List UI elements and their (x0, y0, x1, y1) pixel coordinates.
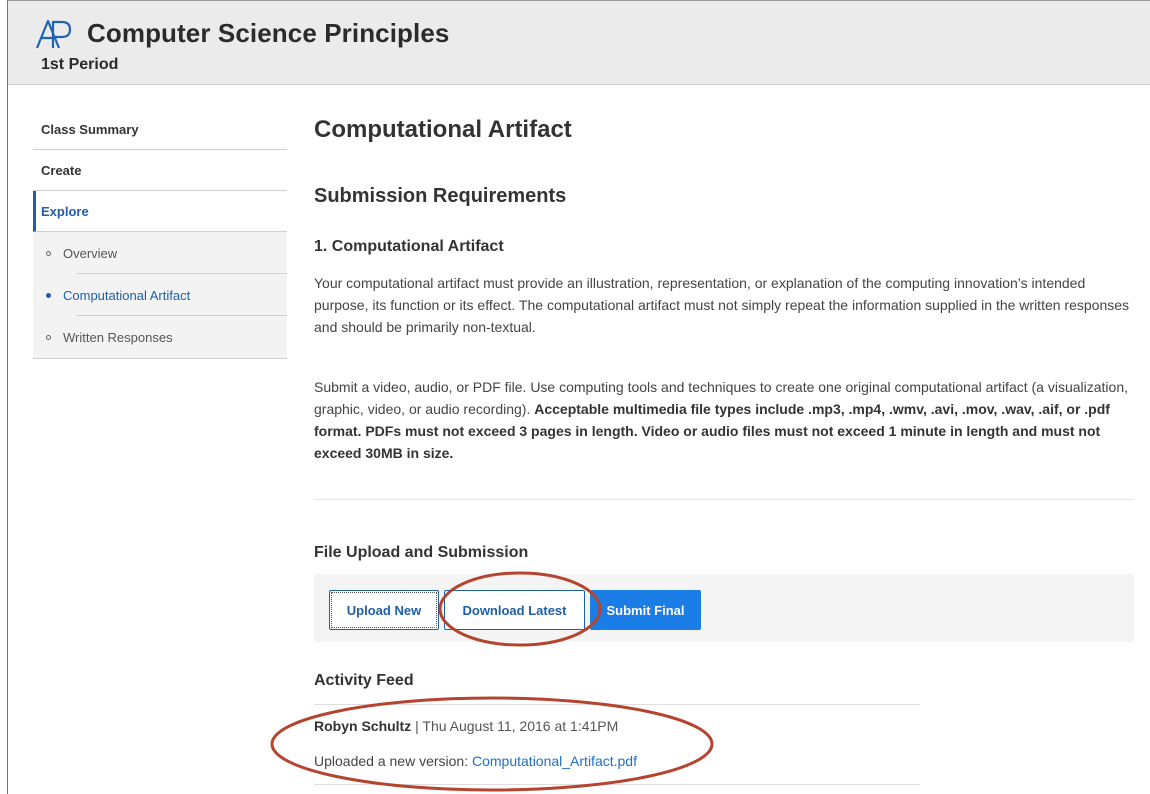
app-header: Computer Science Principles 1st Period (8, 1, 1150, 85)
uploaded-file-link[interactable]: Computational_Artifact.pdf (472, 753, 637, 769)
section-title: Submission Requirements (314, 185, 567, 207)
sidebar-item-explore[interactable]: Explore (33, 191, 287, 232)
activity-feed-title: Activity Feed (314, 672, 414, 689)
explore-submenu: Overview Computational Artifact Written … (33, 232, 287, 359)
sidebar-item-label: Class Summary (41, 121, 139, 137)
page-title: Computational Artifact (314, 116, 572, 143)
sidebar-subitem-label: Written Responses (63, 329, 173, 345)
sidebar-item-create[interactable]: Create (33, 150, 287, 191)
sidebar-item-label: Explore (41, 203, 89, 219)
upload-section-title: File Upload and Submission (314, 544, 529, 561)
sidebar-item-label: Create (41, 162, 82, 178)
app-title: Computer Science Principles (87, 18, 450, 48)
ap-logo (35, 19, 72, 49)
download-latest-button[interactable]: Download Latest (444, 590, 585, 630)
submit-final-button[interactable]: Submit Final (590, 590, 701, 630)
sidebar-nav: Class Summary Create Explore Overview Co… (33, 109, 287, 359)
sidebar-subitem-written-responses[interactable]: Written Responses (33, 316, 287, 358)
circle-bullet-icon (46, 250, 51, 256)
sidebar-subitem-computational-artifact[interactable]: Computational Artifact (33, 274, 287, 316)
requirement-title: 1. Computational Artifact (314, 238, 504, 255)
feed-entry-action: Uploaded a new version: Computational_Ar… (314, 753, 637, 769)
sidebar-subitem-overview[interactable]: Overview (33, 232, 287, 274)
feed-author: Robyn Schultz (314, 718, 412, 734)
circle-bullet-icon (46, 334, 51, 340)
feed-action-text: Uploaded a new version: (314, 753, 472, 769)
divider (314, 784, 920, 785)
file-instructions: Submit a video, audio, or PDF file. Use … (314, 376, 1139, 464)
section-divider (314, 499, 1134, 500)
sidebar-subitem-label: Computational Artifact (63, 287, 191, 303)
sidebar-item-class-summary[interactable]: Class Summary (33, 109, 287, 150)
upload-toolbar: Upload New Download Latest Submit Final (314, 574, 1134, 642)
upload-new-button[interactable]: Upload New (329, 590, 439, 630)
filled-bullet-icon (46, 292, 51, 298)
sidebar-subitem-label: Overview (63, 245, 118, 261)
feed-entry-meta: Robyn Schultz | Thu August 11, 2016 at 1… (314, 718, 618, 734)
divider (314, 704, 920, 705)
feed-timestamp: Thu August 11, 2016 at 1:41PM (422, 718, 619, 734)
class-period: 1st Period (41, 56, 119, 73)
requirement-description: Your computational artifact must provide… (314, 275, 1130, 335)
feed-separator: | (411, 718, 423, 734)
